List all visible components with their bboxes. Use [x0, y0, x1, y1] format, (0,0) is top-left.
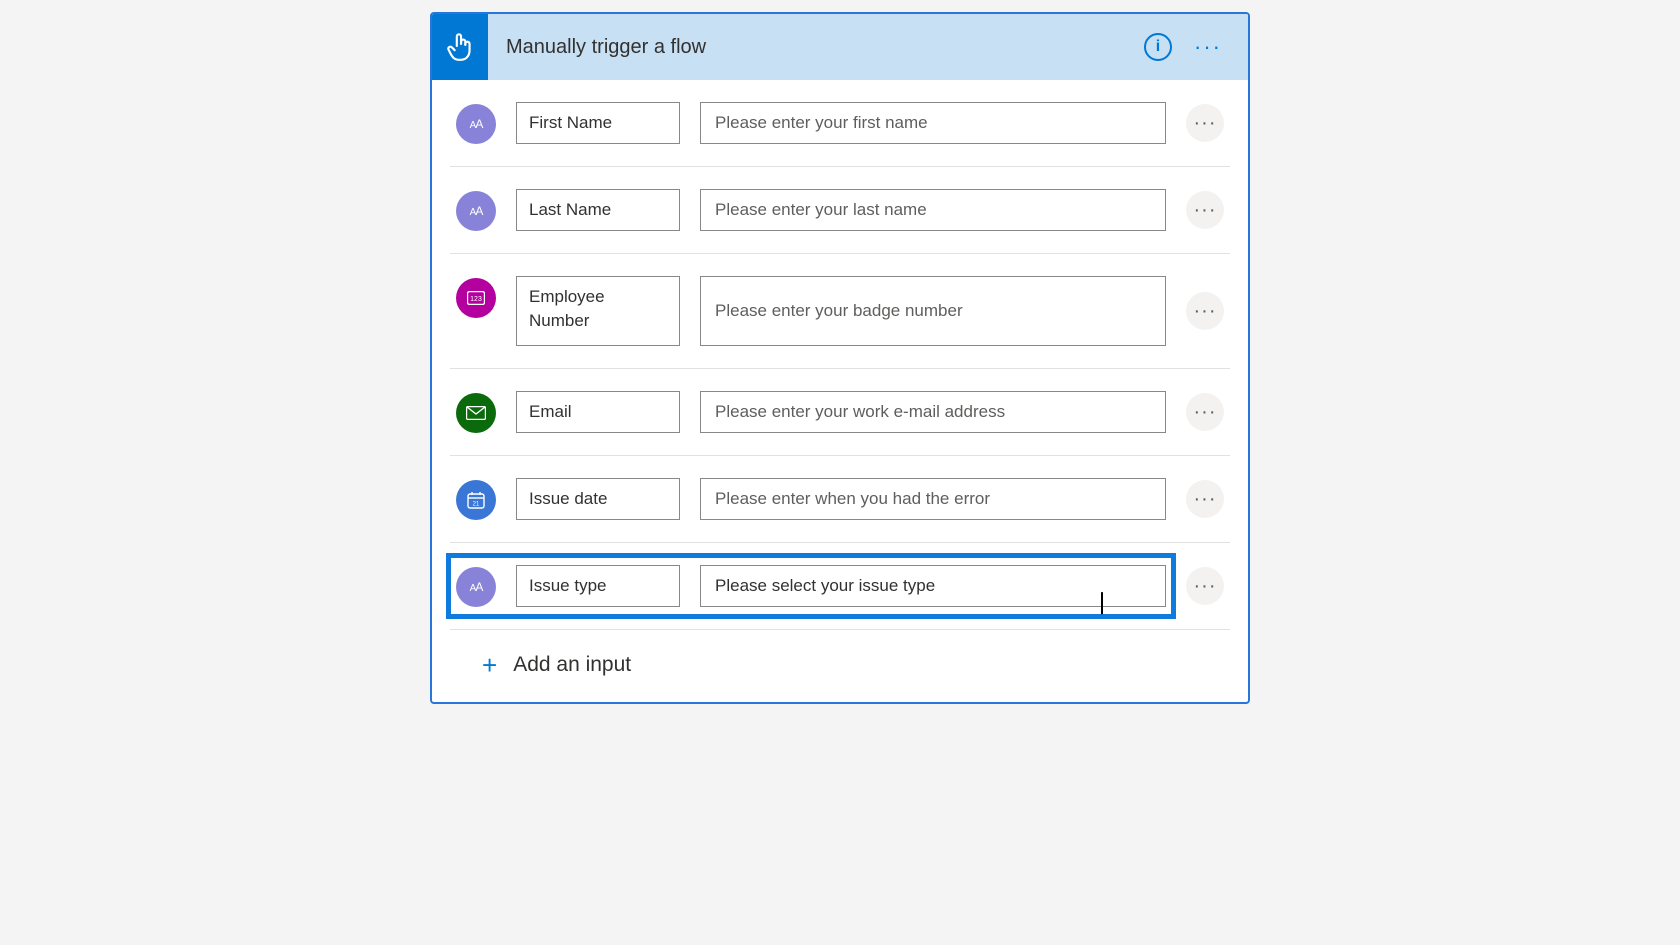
input-name-field[interactable]: [516, 189, 680, 231]
input-description-field[interactable]: [700, 478, 1166, 520]
manual-trigger-icon: [443, 30, 477, 64]
input-row-last-name: AA ···: [450, 167, 1230, 254]
input-name-field[interactable]: [516, 276, 680, 346]
input-name-field[interactable]: [516, 102, 680, 144]
row-more-button[interactable]: ···: [1186, 480, 1224, 518]
row-more-button[interactable]: ···: [1186, 393, 1224, 431]
card-more-button[interactable]: ···: [1194, 33, 1222, 61]
input-name-field[interactable]: [516, 565, 680, 607]
input-row-issue-type: AA ···: [450, 543, 1230, 630]
input-row-employee-number: 123 ···: [450, 254, 1230, 369]
trigger-card: Manually trigger a flow i ··· AA ··· AA …: [430, 12, 1250, 704]
row-more-button[interactable]: ···: [1186, 292, 1224, 330]
input-row-first-name: AA ···: [450, 80, 1230, 167]
card-title: Manually trigger a flow: [488, 36, 1144, 59]
svg-text:123: 123: [470, 296, 482, 303]
trigger-icon-tile: [432, 14, 488, 80]
text-type-icon: AA: [456, 104, 496, 144]
row-more-button[interactable]: ···: [1186, 191, 1224, 229]
number-type-icon: 123: [456, 278, 496, 318]
svg-text:21: 21: [473, 502, 480, 508]
input-description-field[interactable]: [700, 276, 1166, 346]
add-input-label: Add an input: [513, 653, 631, 677]
add-input-button[interactable]: + Add an input: [450, 630, 1230, 702]
text-type-icon: AA: [456, 191, 496, 231]
input-row-email: ···: [450, 369, 1230, 456]
info-button[interactable]: i: [1144, 33, 1172, 61]
date-type-icon: 21: [456, 480, 496, 520]
row-more-button[interactable]: ···: [1186, 567, 1224, 605]
card-header: Manually trigger a flow i ···: [432, 14, 1248, 80]
email-type-icon: [456, 393, 496, 433]
text-type-icon: AA: [456, 567, 496, 607]
card-body: AA ··· AA ··· 123 ···: [432, 80, 1248, 702]
input-description-field[interactable]: [700, 189, 1166, 231]
input-description-field[interactable]: [700, 391, 1166, 433]
input-row-issue-date: 21 ···: [450, 456, 1230, 543]
input-description-field[interactable]: [700, 565, 1166, 607]
input-description-field[interactable]: [700, 102, 1166, 144]
row-more-button[interactable]: ···: [1186, 104, 1224, 142]
input-name-field[interactable]: [516, 391, 680, 433]
plus-icon: +: [482, 652, 497, 678]
input-name-field[interactable]: [516, 478, 680, 520]
